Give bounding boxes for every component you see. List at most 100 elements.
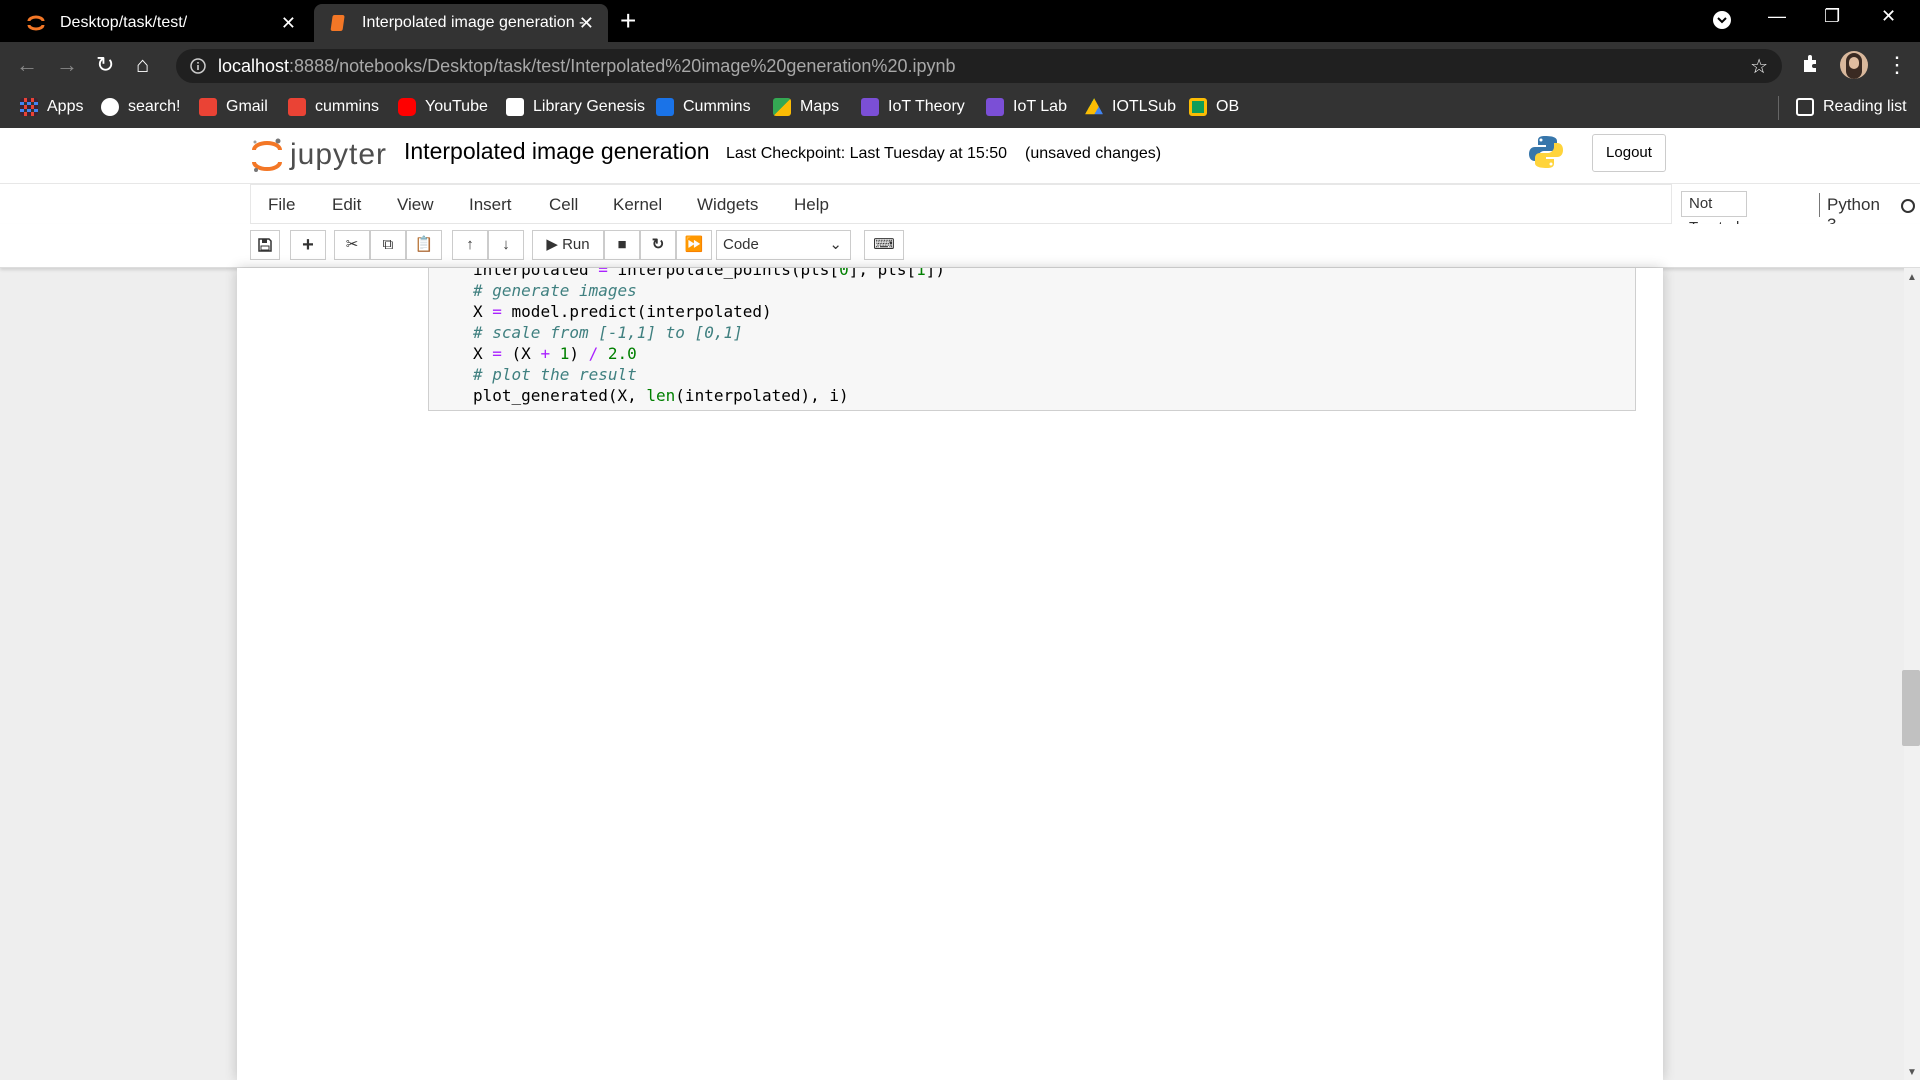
paste-button[interactable]: 📋 <box>406 230 442 260</box>
menu-edit[interactable]: Edit <box>332 195 361 215</box>
generated-image <box>528 1023 565 1061</box>
bookmark-iot-lab[interactable]: IoT Lab <box>986 98 1067 116</box>
copy-icon: ⧉ <box>382 236 394 253</box>
generated-image <box>486 423 523 461</box>
notebook-container: interpolated = interpolate_points(pts[0]… <box>237 268 1663 1080</box>
plus-icon: + <box>302 234 314 256</box>
close-window-icon[interactable]: ✕ <box>1881 6 1896 27</box>
code-line[interactable]: X = (X + 1) / 2.0 <box>473 343 637 364</box>
move-down-button[interactable]: ↓ <box>488 230 524 260</box>
bookmark-label: Library Genesis <box>533 98 646 115</box>
address-bar[interactable]: localhost:8888/notebooks/Desktop/task/te… <box>176 49 1782 83</box>
url-text[interactable]: localhost:8888/notebooks/Desktop/task/te… <box>218 56 956 77</box>
bookmark-ob[interactable]: OB <box>1189 98 1239 116</box>
tab-desktop-task-test[interactable]: Desktop/task/test/ ✕ <box>10 4 310 42</box>
command-palette-button[interactable]: ⌨ <box>864 230 904 260</box>
run-button[interactable]: ▶ Run <box>532 230 604 260</box>
code-line[interactable]: interpolated = interpolate_points(pts[0]… <box>473 268 945 280</box>
insert-cell-button[interactable]: + <box>290 230 326 260</box>
menu-cell[interactable]: Cell <box>549 195 578 215</box>
copy-button[interactable]: ⧉ <box>370 230 406 260</box>
logout-button[interactable]: Logout <box>1592 134 1666 172</box>
bookmark-star-icon[interactable]: ☆ <box>1750 54 1768 79</box>
tab-interpolated-image-generation[interactable]: Interpolated image generation - ✕ <box>314 4 608 42</box>
avatar[interactable] <box>1840 51 1868 79</box>
generated-image <box>656 690 693 728</box>
bookmark-label: search! <box>128 98 181 115</box>
scissors-icon: ✂ <box>345 236 359 253</box>
notebook-toolbar: + ✂ ⧉ 📋 ↑ ↓ ▶ Run ■ ↻ ⏩ Code ⌄ ⌨ <box>0 224 1920 268</box>
back-icon[interactable]: ← <box>16 52 38 78</box>
generated-image <box>783 1023 820 1061</box>
scroll-up-icon[interactable]: ▲ <box>1907 272 1917 283</box>
bookmark-gmail[interactable]: Gmail <box>199 98 268 116</box>
profile-menu-icon[interactable] <box>1712 10 1732 35</box>
interpolation-row <box>443 757 873 795</box>
bookmark-iotlsub[interactable]: IOTLSub <box>1085 98 1176 116</box>
code-line[interactable]: # plot the result <box>473 364 637 385</box>
forward-icon[interactable]: → <box>56 52 78 78</box>
scrollbar-thumb[interactable] <box>1902 670 1920 746</box>
generated-image <box>443 757 480 795</box>
generated-image <box>826 490 863 528</box>
generated-image <box>571 890 608 928</box>
close-tab-icon[interactable]: ✕ <box>281 13 296 33</box>
notebook-name[interactable]: Interpolated image generation <box>404 138 710 165</box>
code-line[interactable]: # generate images <box>473 280 637 301</box>
menu-help[interactable]: Help <box>794 195 829 215</box>
generated-image <box>656 556 693 594</box>
interrupt-button[interactable]: ■ <box>604 230 640 260</box>
generated-image <box>741 757 778 795</box>
reload-icon[interactable]: ↻ <box>96 52 114 78</box>
kernel-divider <box>1819 193 1820 217</box>
menu-widgets[interactable]: Widgets <box>697 195 758 215</box>
bookmark-search[interactable]: search! <box>101 98 180 116</box>
menu-kernel[interactable]: Kernel <box>613 195 662 215</box>
jupyter-favicon-icon <box>27 15 45 31</box>
python-logo-icon <box>1528 134 1564 175</box>
generated-image <box>741 823 778 861</box>
jupyter-header: jupyter Interpolated image generation La… <box>0 128 1920 184</box>
restore-icon[interactable]: ❐ <box>1824 6 1840 27</box>
list-icon <box>861 98 879 116</box>
generated-image <box>826 623 863 661</box>
reading-list[interactable]: Reading list <box>1796 98 1907 116</box>
close-tab-icon[interactable]: ✕ <box>579 13 594 33</box>
apps-grid-icon <box>20 98 38 116</box>
restart-run-all-button[interactable]: ⏩ <box>676 230 712 260</box>
generated-image <box>613 1023 650 1061</box>
browser-menu-icon[interactable]: ⋮ <box>1886 52 1908 78</box>
save-button[interactable] <box>250 230 280 260</box>
generated-image <box>741 490 778 528</box>
bookmark-maps[interactable]: Maps <box>773 98 839 116</box>
cut-button[interactable]: ✂ <box>334 230 370 260</box>
restart-button[interactable]: ↻ <box>640 230 676 260</box>
bookmark-label: IoT Lab <box>1013 98 1067 115</box>
generated-image <box>656 757 693 795</box>
bookmark-apps[interactable]: Apps <box>20 98 83 116</box>
menu-view[interactable]: View <box>397 195 434 215</box>
minimize-icon[interactable]: — <box>1768 6 1786 27</box>
bookmark-youtube[interactable]: YouTube <box>398 98 488 116</box>
trust-indicator[interactable]: Not Trusted <box>1681 191 1748 236</box>
bookmark-iot-theory[interactable]: IoT Theory <box>861 98 965 116</box>
scroll-down-icon[interactable]: ▼ <box>1907 1067 1917 1078</box>
code-line[interactable]: # scale from [-1,1] to [0,1] <box>473 322 743 343</box>
new-tab-icon[interactable]: + <box>620 6 636 36</box>
generated-image <box>443 556 480 594</box>
site-info-icon[interactable] <box>190 58 206 74</box>
menu-insert[interactable]: Insert <box>469 195 512 215</box>
menu-file[interactable]: File <box>268 195 295 215</box>
code-line[interactable]: plot_generated(X, len(interpolated), i) <box>473 385 849 406</box>
bookmark-cummins[interactable]: Cummins <box>656 98 751 116</box>
bookmark-label: cummins <box>315 98 380 115</box>
home-icon[interactable]: ⌂ <box>136 52 149 78</box>
bookmark-cummins-mail[interactable]: cummins <box>288 98 379 116</box>
move-up-button[interactable]: ↑ <box>452 230 488 260</box>
jupyter-logo[interactable]: jupyter <box>250 136 387 174</box>
code-line[interactable]: X = model.predict(interpolated) <box>473 301 772 322</box>
generated-image <box>656 423 693 461</box>
cell-type-select[interactable]: Code ⌄ <box>716 230 851 260</box>
bookmark-library-genesis[interactable]: Library Genesis <box>506 98 645 116</box>
extensions-icon[interactable] <box>1800 52 1822 80</box>
